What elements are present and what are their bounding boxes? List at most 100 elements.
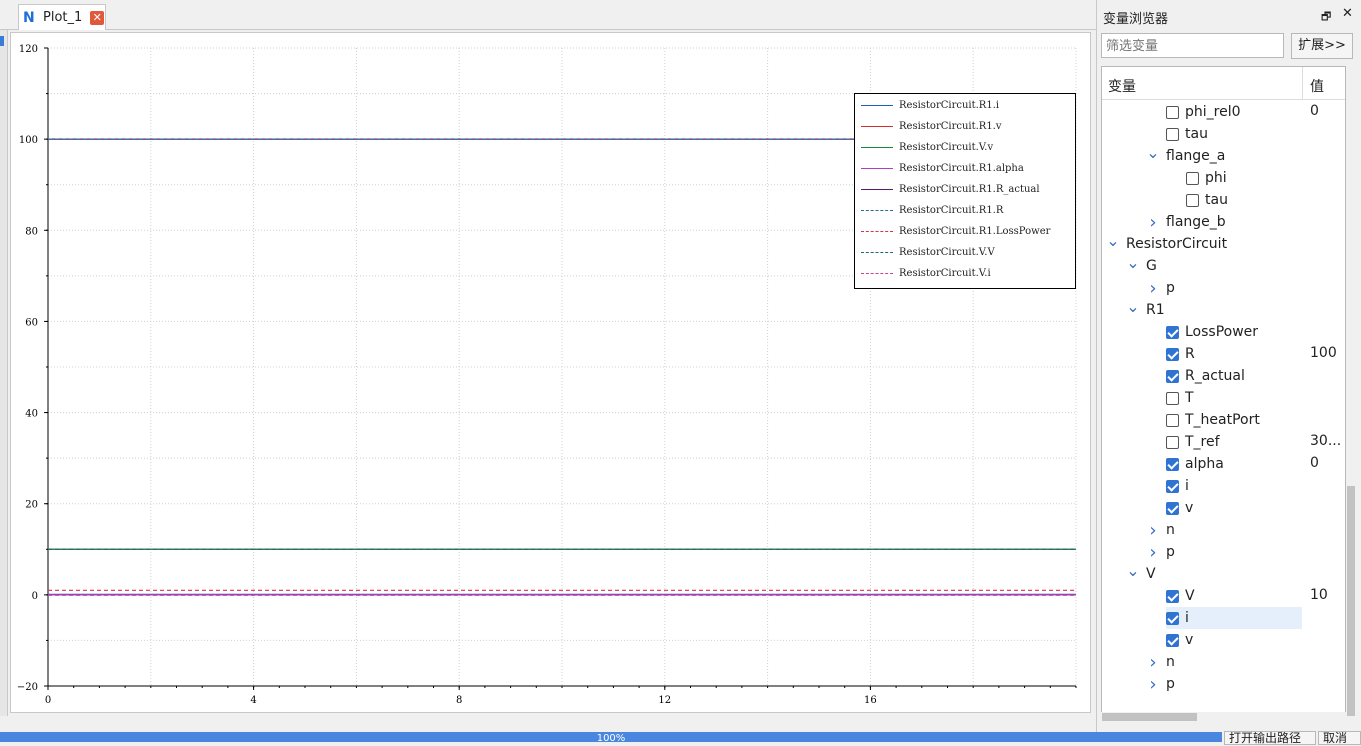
filter-input[interactable] (1101, 33, 1284, 58)
scroll-thumb[interactable] (1102, 713, 1197, 721)
tree-row[interactable]: › n (1146, 651, 1174, 673)
tab-plot[interactable]: N Plot_1 ✕ (18, 4, 106, 30)
chevron-right-icon[interactable]: › (1146, 542, 1160, 563)
variable-checkbox[interactable] (1166, 369, 1179, 383)
legend-item[interactable]: ResistorCircuit.R1.v (861, 119, 1002, 133)
chevron-right-icon[interactable]: › (1146, 212, 1160, 233)
variable-checkbox[interactable] (1166, 325, 1179, 339)
variable-checkbox[interactable] (1166, 347, 1179, 361)
tree-row[interactable]: v (1166, 629, 1193, 651)
legend-item[interactable]: ResistorCircuit.R1.R (861, 203, 1003, 217)
x-tick-label: 8 (456, 695, 462, 706)
variable-checkbox[interactable] (1166, 633, 1179, 647)
variable-checkbox[interactable] (1166, 611, 1179, 625)
tree-row[interactable]: tau (1166, 123, 1208, 145)
chevron-down-icon[interactable]: ⌄ (1146, 145, 1160, 161)
tree-row[interactable]: R_actual (1166, 365, 1245, 387)
chevron-right-icon[interactable]: › (1146, 278, 1160, 299)
dock-marker (0, 36, 4, 46)
tree-row[interactable]: i (1166, 475, 1189, 497)
tree-row[interactable]: ⌄ flange_a (1146, 145, 1225, 167)
tree-row[interactable]: T_heatPort (1166, 409, 1260, 431)
float-icon[interactable]: 🗗 (1321, 8, 1331, 27)
legend-item[interactable]: ResistorCircuit.R1.R_actual (861, 182, 1040, 196)
tree-row[interactable]: › p (1146, 673, 1175, 695)
legend-label: ResistorCircuit.R1.i (899, 99, 1000, 111)
plot-area[interactable]: 120 100 80 60 40 20 0 −20 0 4 8 12 16 ResistorCircui… (10, 32, 1091, 713)
tree-row-label: tau (1185, 126, 1208, 142)
tree-row[interactable]: › flange_b (1146, 211, 1225, 233)
variable-checkbox[interactable] (1186, 193, 1199, 207)
variable-checkbox[interactable] (1166, 435, 1179, 449)
chevron-down-icon[interactable]: ⌄ (1106, 233, 1120, 249)
tree-row-label: p (1166, 676, 1175, 692)
tree-row[interactable]: ⌄ R1 (1126, 299, 1164, 321)
legend-swatch (861, 167, 893, 169)
chevron-right-icon[interactable]: › (1146, 674, 1160, 695)
tree-row-label: alpha (1185, 456, 1224, 472)
tree-row-label: phi_rel0 (1185, 104, 1241, 120)
variable-checkbox[interactable] (1166, 105, 1179, 119)
legend-item[interactable]: ResistorCircuit.R1.LossPower (861, 224, 1050, 238)
tree-row-label: i (1185, 610, 1189, 626)
tree-row[interactable]: › p (1146, 541, 1175, 563)
tree-row[interactable]: V (1166, 585, 1195, 607)
legend-swatch (861, 104, 893, 106)
legend-label: ResistorCircuit.V.v (899, 141, 994, 153)
legend-swatch (861, 188, 893, 190)
close-icon[interactable]: ✕ (90, 10, 105, 25)
tree-row[interactable]: phi (1186, 167, 1227, 189)
variable-checkbox[interactable] (1166, 457, 1179, 471)
legend-item[interactable]: ResistorCircuit.V.i (861, 266, 991, 280)
variable-checkbox[interactable] (1186, 171, 1199, 185)
tree-row[interactable]: ⌄ ResistorCircuit (1106, 233, 1227, 255)
column-divider[interactable] (1302, 67, 1303, 100)
column-header-variable[interactable]: 变量 (1108, 76, 1136, 96)
tree-row[interactable]: R (1166, 343, 1195, 365)
legend-swatch (861, 272, 893, 274)
tree-row[interactable]: ⌄ V (1126, 563, 1155, 585)
legend-item[interactable]: ResistorCircuit.R1.i (861, 98, 999, 112)
tree-row[interactable]: v (1166, 497, 1193, 519)
tree-row[interactable]: i (1166, 607, 1189, 629)
tree-row[interactable]: › p (1146, 277, 1175, 299)
tree-header: 变量 值 (1102, 67, 1345, 100)
tree-row[interactable]: LossPower (1166, 321, 1258, 343)
legend-item[interactable]: ResistorCircuit.V.V (861, 245, 995, 259)
cancel-button[interactable]: 取消 (1318, 731, 1361, 745)
tree-row-label: phi (1205, 170, 1227, 186)
variable-checkbox[interactable] (1166, 479, 1179, 493)
expand-button[interactable]: 扩展>> (1291, 33, 1353, 59)
legend-item[interactable]: ResistorCircuit.V.v (861, 140, 993, 154)
tab-title: Plot_1 (43, 10, 83, 25)
chevron-down-icon[interactable]: ⌄ (1126, 299, 1140, 315)
tree-row[interactable]: alpha (1166, 453, 1224, 475)
variable-checkbox[interactable] (1166, 501, 1179, 515)
scroll-thumb[interactable] (1347, 486, 1355, 716)
tree-row[interactable]: tau (1186, 189, 1228, 211)
tree-row[interactable]: ⌄ G (1126, 255, 1157, 277)
chevron-right-icon[interactable]: › (1146, 652, 1160, 673)
variable-checkbox[interactable] (1166, 589, 1179, 603)
legend-label: ResistorCircuit.V.i (899, 267, 991, 279)
chevron-down-icon[interactable]: ⌄ (1126, 563, 1140, 579)
tree-row[interactable]: T (1166, 387, 1194, 409)
variable-checkbox[interactable] (1166, 413, 1179, 427)
vertical-scrollbar[interactable] (1346, 66, 1356, 722)
y-tick-label: 40 (25, 409, 38, 420)
column-header-value[interactable]: 值 (1310, 76, 1324, 96)
horizontal-scrollbar[interactable] (1101, 712, 1346, 722)
variable-checkbox[interactable] (1166, 127, 1179, 141)
tree-row-label: ResistorCircuit (1126, 236, 1228, 252)
chevron-right-icon[interactable]: › (1146, 520, 1160, 541)
tree-row[interactable]: › n (1146, 519, 1174, 541)
variable-checkbox[interactable] (1166, 391, 1179, 405)
tree-row[interactable]: phi_rel0 (1166, 101, 1241, 123)
close-icon[interactable]: ✕ (1342, 6, 1353, 21)
tree-row[interactable]: T_ref (1166, 431, 1220, 453)
legend-label: ResistorCircuit.R1.alpha (899, 162, 1024, 174)
open-output-button[interactable]: 打开输出路径 (1224, 731, 1316, 745)
legend-item[interactable]: ResistorCircuit.R1.alpha (861, 161, 1024, 175)
chevron-down-icon[interactable]: ⌄ (1126, 255, 1140, 271)
tree-row-label: p (1166, 544, 1175, 560)
